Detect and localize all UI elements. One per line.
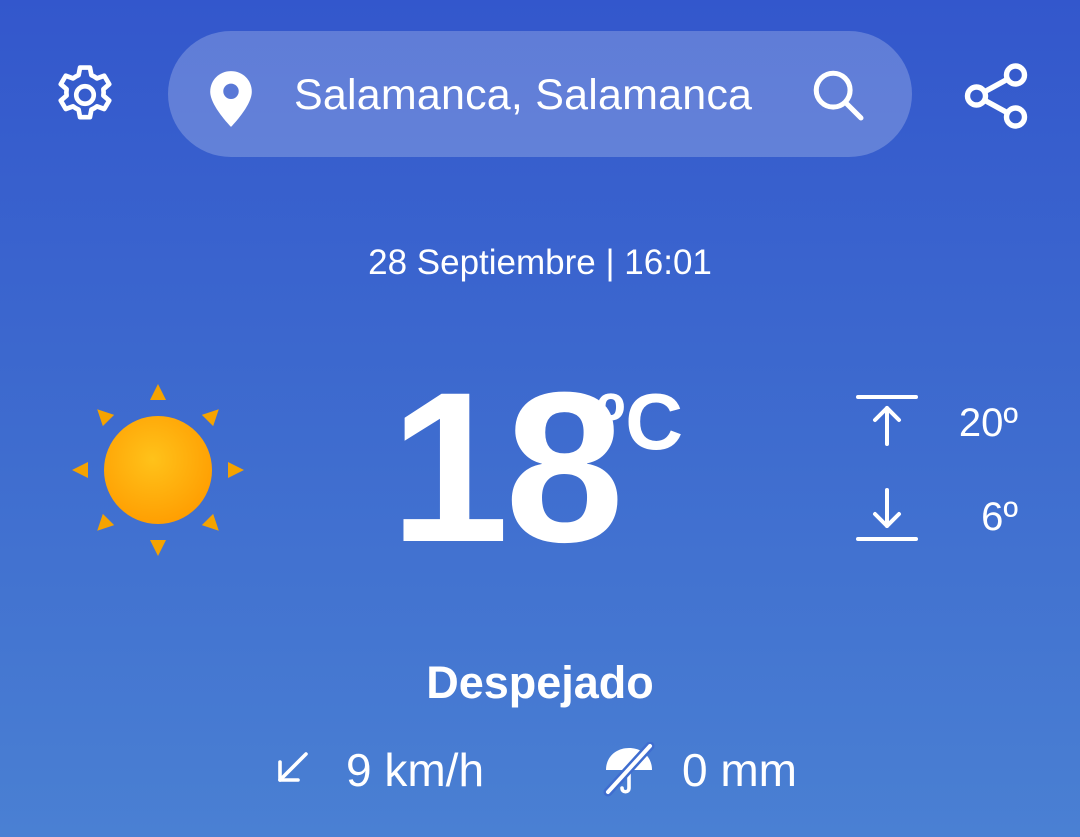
max-temperature: 20º <box>958 401 1018 445</box>
wind-speed: 9 km/h <box>346 744 485 796</box>
sun-icon <box>70 382 246 558</box>
share-button[interactable] <box>956 56 1036 136</box>
min-temperature: 6º <box>981 495 1018 539</box>
map-pin-icon <box>196 67 266 131</box>
min-temperature-icon <box>854 486 920 544</box>
location-name[interactable]: Salamanca, Salamanca <box>294 66 752 124</box>
max-temperature-icon <box>854 392 920 450</box>
temperature-unit: ºC <box>596 377 683 466</box>
gear-icon <box>58 65 112 120</box>
wind-direction-arrow-icon <box>272 748 312 788</box>
current-temperature: 18 <box>390 348 624 587</box>
settings-button[interactable] <box>46 56 124 134</box>
share-icon <box>964 63 1028 129</box>
weather-condition: Despejado <box>426 657 654 708</box>
precipitation-amount: 0 mm <box>682 744 797 796</box>
no-rain-umbrella-icon <box>600 741 658 798</box>
date-time: 28 Septiembre | 16:01 <box>368 243 712 282</box>
search-icon <box>813 70 864 121</box>
search-button[interactable] <box>800 60 876 130</box>
